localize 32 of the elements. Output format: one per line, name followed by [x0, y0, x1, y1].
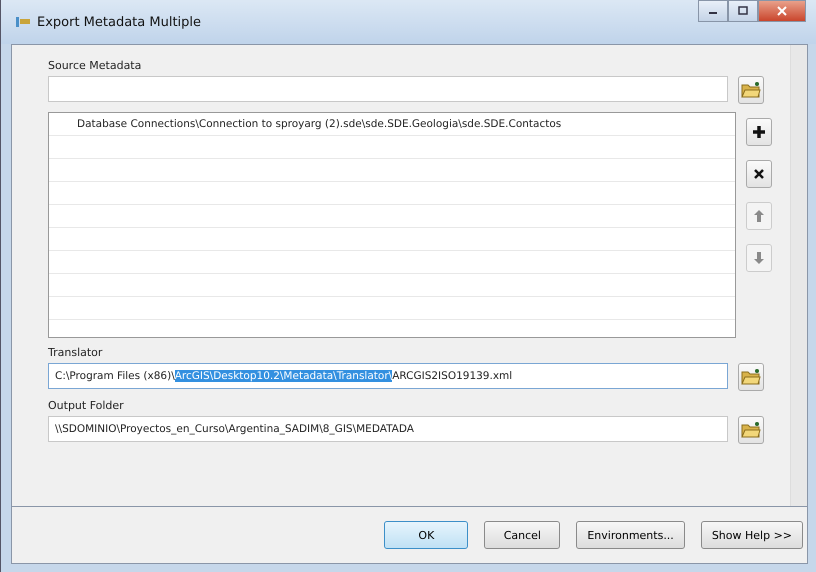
open-folder-button[interactable]	[738, 76, 764, 104]
field-label: Source Metadata	[48, 59, 142, 72]
open-folder-button[interactable]	[738, 416, 764, 444]
close-button[interactable]	[758, 0, 806, 22]
dialog-button[interactable]: Show Help >>	[700, 521, 803, 549]
input-field[interactable]: C:\Program Files (x86)\ArcGIS\Desktop10.2\Metadata\Translator\ARCGIS2ISO19139.xml	[48, 363, 728, 389]
up-arrow-icon	[753, 209, 765, 223]
minimize-button[interactable]	[698, 0, 728, 22]
add-button[interactable]	[746, 118, 772, 146]
dialog-button[interactable]: Cancel	[484, 521, 560, 549]
dialog-button[interactable]: OK	[384, 521, 468, 549]
input-field[interactable]	[48, 76, 728, 102]
window-title: Export Metadata Multiple	[37, 14, 202, 30]
input-field[interactable]: \\SDOMINIO\Proyectos_en_Curso\Argentina_SADIM\8_GIS\MEDATADA	[48, 416, 728, 442]
folder-icon	[741, 421, 761, 439]
source-list[interactable]: Database Connections\Connection to sproyarg (2).sde\sde.SDE.Geologia\sde.SDE.Contactos	[48, 112, 736, 338]
close-icon	[776, 6, 788, 16]
plus-icon	[752, 125, 766, 139]
folder-icon	[741, 368, 761, 386]
remove-button[interactable]	[746, 160, 772, 188]
tool-icon	[15, 14, 31, 30]
folder-icon	[741, 81, 761, 99]
field-label: Output Folder	[48, 399, 125, 412]
list-item[interactable]: Database Connections\Connection to sproyarg (2).sde\sde.SDE.Geologia\sde.SDE.Contactos	[49, 113, 735, 136]
dialog-button[interactable]: Environments...	[576, 521, 685, 549]
down-arrow-icon	[753, 251, 765, 265]
maximize-button[interactable]	[728, 0, 758, 22]
close-icon	[753, 168, 765, 180]
scroll-bar[interactable]	[790, 45, 807, 506]
field-label: Translator	[48, 346, 104, 359]
open-folder-button[interactable]	[738, 363, 764, 391]
maximize-icon	[737, 6, 749, 16]
